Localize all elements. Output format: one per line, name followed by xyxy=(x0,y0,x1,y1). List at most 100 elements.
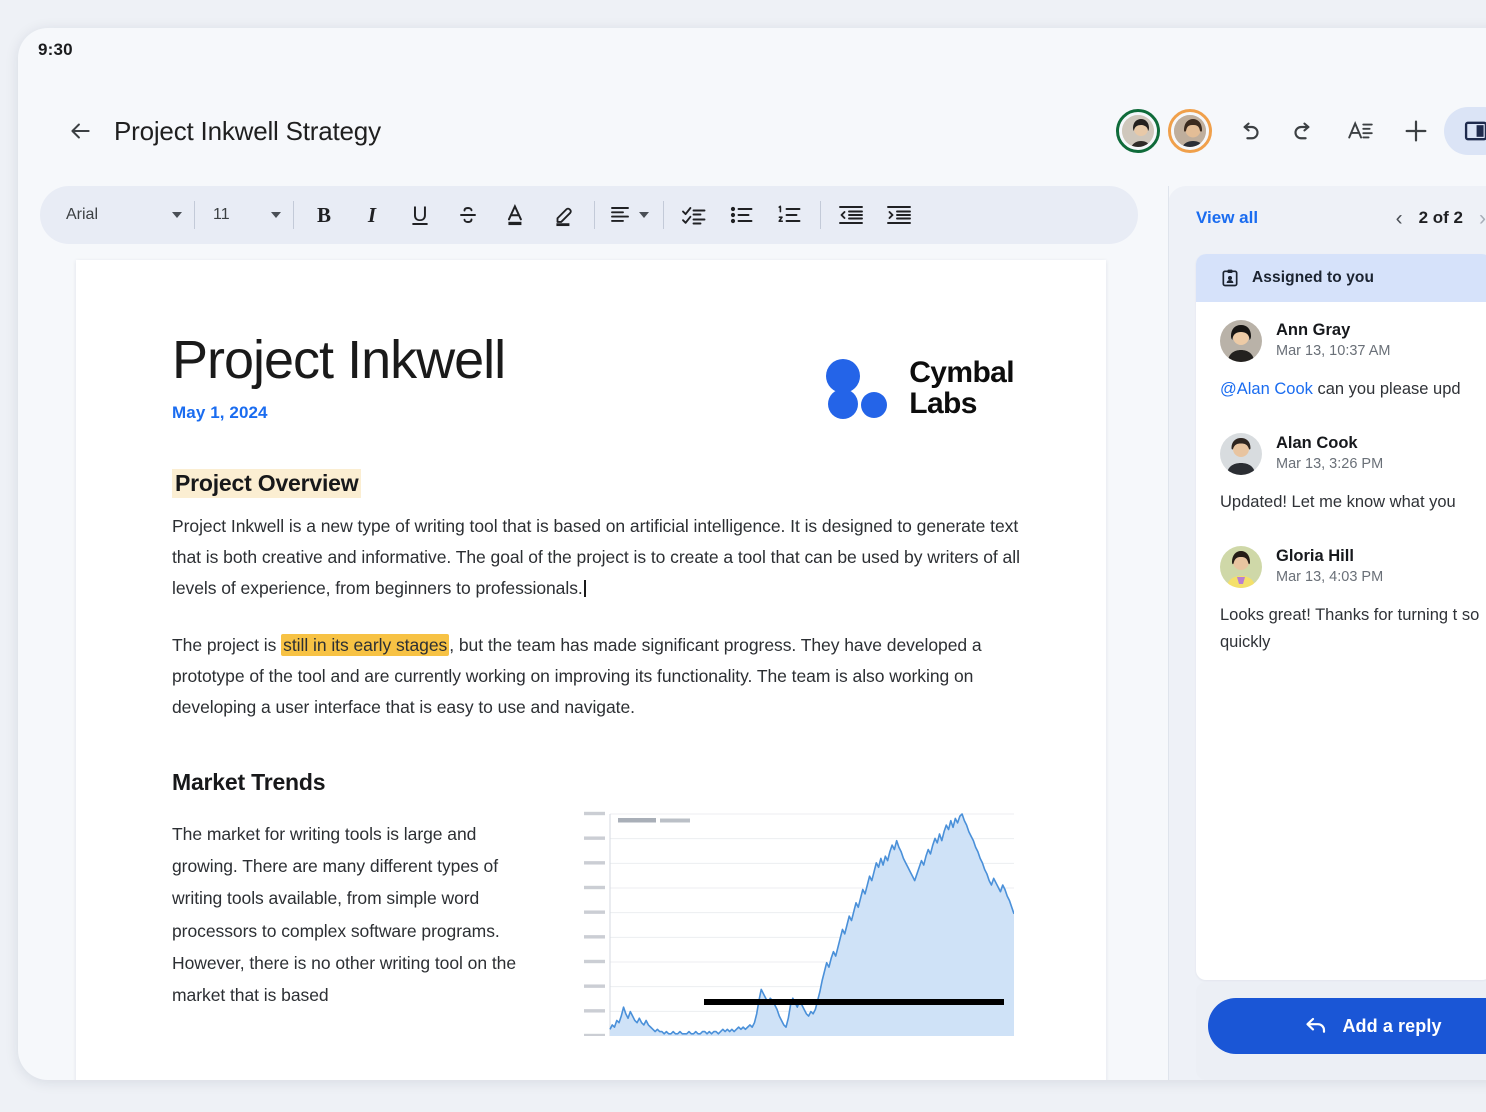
text-cursor xyxy=(584,580,586,597)
comment-author: Alan Cook xyxy=(1276,433,1383,454)
font-family-value: Arial xyxy=(66,206,98,224)
font-size-select[interactable]: 11 xyxy=(201,206,287,224)
comment-body-1: @Alan Cook can you please upd xyxy=(1220,376,1472,402)
avatar-image-2 xyxy=(1174,115,1206,147)
market-trends-block: The market for writing tools is large an… xyxy=(172,806,1030,1036)
screen-root: 9:30 Project Inkwell Strategy xyxy=(0,0,1486,1112)
add-reply-button[interactable]: Add a reply xyxy=(1208,998,1486,1054)
app-header: Project Inkwell Strategy xyxy=(18,100,1486,162)
undo-button[interactable] xyxy=(1220,107,1276,155)
italic-button[interactable]: I xyxy=(348,195,396,235)
comment-mention[interactable]: @Alan Cook xyxy=(1220,380,1313,398)
p2-before: The project is xyxy=(172,635,281,655)
outdent-icon xyxy=(838,203,864,227)
overview-paragraph-1: Project Inkwell is a new type of writing… xyxy=(172,511,1030,604)
assignment-icon xyxy=(1220,268,1240,288)
comment-author: Ann Gray xyxy=(1276,320,1390,341)
comment-meta-1: Ann Gray Mar 13, 10:37 AM xyxy=(1276,320,1390,362)
redo-button[interactable] xyxy=(1276,107,1332,155)
section-heading-market-trends: Market Trends xyxy=(172,769,325,796)
numbered-list-button[interactable] xyxy=(766,195,814,235)
sidebar-header: View all ‹ 2 of 2 › xyxy=(1168,186,1486,250)
align-left-icon xyxy=(609,204,633,226)
prev-comment-button[interactable]: ‹ xyxy=(1396,208,1403,229)
arrow-left-icon xyxy=(67,118,93,144)
checklist-button[interactable] xyxy=(670,195,718,235)
text-color-button[interactable] xyxy=(492,195,540,235)
cymbal-circles-icon xyxy=(821,359,893,419)
comment-thread-card[interactable]: Assigned to you xyxy=(1196,254,1486,980)
comment-header-2: Alan Cook Mar 13, 3:26 PM xyxy=(1220,433,1472,475)
document-page[interactable]: Cymbal Labs Project Inkwell May 1, 2024 … xyxy=(76,260,1106,1080)
comment-text: can you please upd xyxy=(1313,380,1461,398)
avatar-photo-alan-cook xyxy=(1220,433,1262,475)
avatar xyxy=(1220,433,1262,475)
reply-arrow-icon xyxy=(1304,1015,1328,1037)
next-comment-button[interactable]: › xyxy=(1479,208,1486,229)
sidebar-divider xyxy=(1168,186,1169,1080)
avatar-collaborator-2[interactable] xyxy=(1168,109,1212,153)
cymbal-logo-text: Cymbal Labs xyxy=(909,358,1014,419)
page-title[interactable]: Project Inkwell Strategy xyxy=(114,116,381,147)
indent-icon xyxy=(886,203,912,227)
header-actions xyxy=(1116,107,1486,155)
avatar-photo-1 xyxy=(1122,115,1154,147)
avatar-image-1 xyxy=(1122,115,1154,147)
chevron-down-icon xyxy=(639,212,649,218)
comment-timestamp: Mar 13, 3:26 PM xyxy=(1276,454,1383,475)
highlight-color-button[interactable] xyxy=(540,195,588,235)
chevron-down-icon xyxy=(271,212,281,218)
bulleted-list-icon xyxy=(729,203,755,227)
insert-button[interactable] xyxy=(1388,107,1444,155)
toolbar-divider xyxy=(594,201,595,229)
formatting-toolbar: Arial 11 B I U xyxy=(40,186,1138,244)
comment-pager: ‹ 2 of 2 › xyxy=(1396,208,1486,229)
highlighted-phrase: still in its early stages xyxy=(281,634,449,656)
underline-button[interactable]: U xyxy=(396,195,444,235)
status-bar: 9:30 xyxy=(18,28,1486,72)
comment-timestamp: Mar 13, 10:37 AM xyxy=(1276,341,1390,362)
strikethrough-button[interactable] xyxy=(444,195,492,235)
font-family-select[interactable]: Arial xyxy=(58,206,188,224)
back-button[interactable] xyxy=(64,115,96,147)
toolbar-divider xyxy=(820,201,821,229)
avatar-collaborator-1[interactable] xyxy=(1116,109,1160,153)
comment-item-3: Gloria Hill Mar 13, 4:03 PM Looks great!… xyxy=(1196,516,1486,655)
strikethrough-icon xyxy=(456,203,480,227)
toolbar-divider xyxy=(293,201,294,229)
bulleted-list-button[interactable] xyxy=(718,195,766,235)
overview-paragraph-1-text: Project Inkwell is a new type of writing… xyxy=(172,516,1020,598)
add-reply-label: Add a reply xyxy=(1342,1016,1441,1037)
comment-body-3: Looks great! Thanks for turning t so qui… xyxy=(1220,602,1486,655)
market-trends-chart[interactable] xyxy=(574,806,1030,1036)
overview-paragraph-2: The project is still in its early stages… xyxy=(172,630,1030,723)
view-all-link[interactable]: View all xyxy=(1196,208,1258,228)
comment-item-1: Ann Gray Mar 13, 10:37 AM @Alan Cook can… xyxy=(1196,302,1486,403)
comment-timestamp: Mar 13, 4:03 PM xyxy=(1276,567,1383,588)
redo-icon xyxy=(1291,118,1318,145)
chevron-down-icon xyxy=(172,212,182,218)
comments-sidebar: View all ‹ 2 of 2 › Assigned to you xyxy=(1168,186,1486,1080)
section-heading-overview: Project Overview xyxy=(172,469,361,498)
decrease-indent-button[interactable] xyxy=(827,195,875,235)
align-button[interactable] xyxy=(601,195,657,235)
bold-button[interactable]: B xyxy=(300,195,348,235)
comment-body-2: Updated! Let me know what you xyxy=(1220,489,1472,515)
comment-meta-3: Gloria Hill Mar 13, 4:03 PM xyxy=(1276,546,1383,588)
comments-panel-toggle[interactable] xyxy=(1444,107,1486,155)
avatar-photo-2 xyxy=(1174,115,1206,147)
checklist-icon xyxy=(681,203,707,227)
comment-header-1: Ann Gray Mar 13, 10:37 AM xyxy=(1220,320,1472,362)
comment-meta-2: Alan Cook Mar 13, 3:26 PM xyxy=(1276,433,1383,475)
company-logo: Cymbal Labs xyxy=(821,358,1014,419)
comment-counter: 2 of 2 xyxy=(1419,208,1463,228)
side-panel-icon xyxy=(1462,117,1486,145)
increase-indent-button[interactable] xyxy=(875,195,923,235)
cymbal-logo-mark xyxy=(821,359,893,419)
text-color-icon xyxy=(503,202,529,228)
toolbar-divider xyxy=(194,201,195,229)
avatar xyxy=(1220,320,1262,362)
font-size-value: 11 xyxy=(213,206,230,224)
text-format-button[interactable] xyxy=(1332,107,1388,155)
plus-icon xyxy=(1402,117,1430,145)
